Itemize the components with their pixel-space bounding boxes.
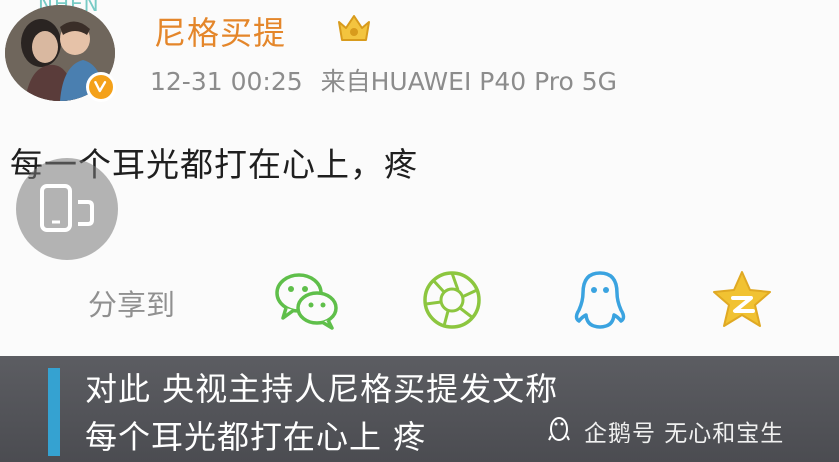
share-wechat-button[interactable]: [272, 268, 340, 332]
qzone-icon: [713, 271, 771, 327]
share-qzone-button[interactable]: [708, 268, 776, 332]
weibo-post: NHEN 尼格买提 12-31 00:25 来自HUAWEI P40 Pro 5…: [0, 0, 839, 356]
penguin-icon: [548, 414, 570, 442]
post-timestamp: 12-31 00:25: [150, 67, 303, 96]
share-moments-button[interactable]: [418, 268, 486, 332]
caption-line-1: 对此 央视主持人尼格买提发文称: [85, 370, 559, 408]
phone-rotate-icon: [40, 184, 94, 232]
wechat-icon: [275, 273, 338, 330]
caption-line-2: 每个耳光都打在心上 疼: [85, 418, 427, 456]
username[interactable]: 尼格买提: [154, 8, 286, 54]
qq-icon: [574, 271, 626, 329]
vip-crown-icon: [335, 10, 373, 46]
share-qq-button[interactable]: [566, 268, 634, 332]
moments-icon: [423, 271, 481, 329]
screen-rotate-button[interactable]: [16, 158, 118, 260]
post-source: 来自HUAWEI P40 Pro 5G: [320, 67, 617, 96]
attribution-text: 企鹅号 无心和宝生: [584, 421, 785, 447]
caption-accent-bar: [48, 368, 60, 456]
post-meta: 12-31 00:25 来自HUAWEI P40 Pro 5G: [150, 62, 627, 98]
verified-badge-icon: [86, 72, 116, 102]
share-label: 分享到: [88, 288, 176, 322]
